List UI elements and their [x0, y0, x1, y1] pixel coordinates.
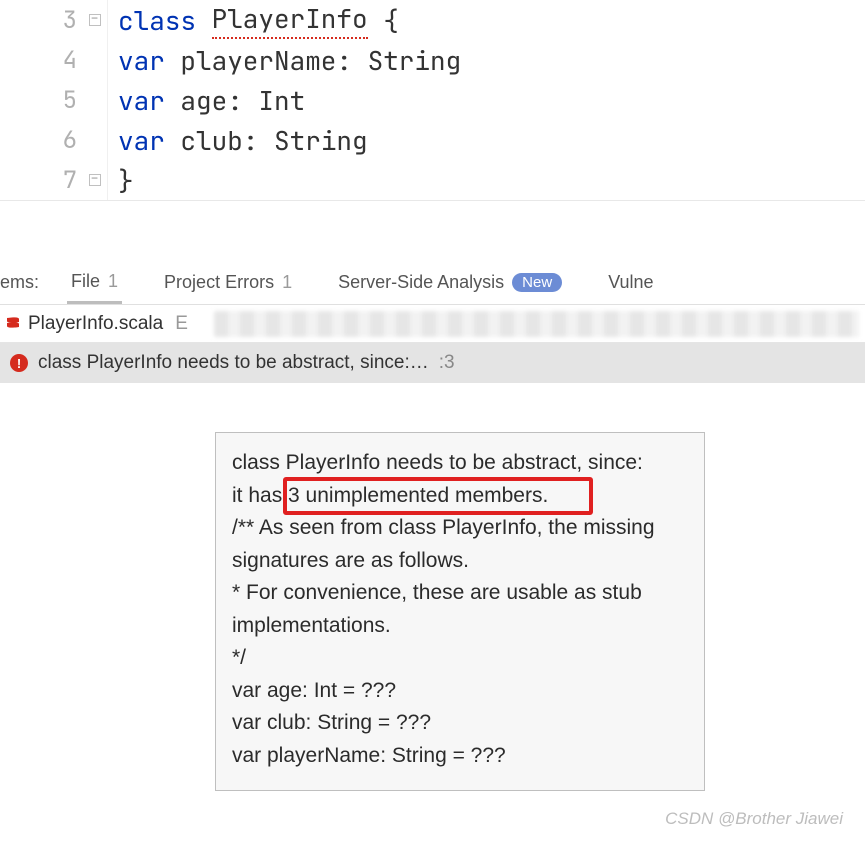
gutter-row: 7: [0, 160, 107, 200]
problems-tab[interactable]: Server-Side Analysis New: [334, 261, 566, 304]
tooltip-line: class PlayerInfo needs to be abstract, s…: [232, 447, 688, 480]
tooltip-line: var playerName: String = ???: [232, 740, 688, 773]
watermark-text: CSDN @Brother Jiawei: [665, 809, 843, 829]
error-message: class PlayerInfo needs to be abstract, s…: [38, 352, 429, 374]
code-line[interactable]: class PlayerInfo {: [118, 0, 865, 40]
class-name-error[interactable]: PlayerInfo: [212, 1, 368, 39]
code-area[interactable]: class PlayerInfo { var playerName: Strin…: [108, 0, 865, 200]
problems-prefix: ems:: [0, 272, 39, 293]
error-line-ref: :3: [439, 352, 455, 374]
code-line[interactable]: var age: Int: [118, 80, 865, 120]
tab-label: Vulne: [608, 272, 653, 293]
error-icon: !: [10, 354, 28, 372]
gutter-row: 5: [0, 80, 107, 120]
tab-count: 1: [282, 272, 292, 293]
scala-file-icon: [4, 315, 22, 333]
file-trail: E: [175, 313, 188, 335]
tab-count: 1: [108, 271, 118, 292]
gutter: 3 4 5 6 7: [0, 0, 108, 200]
problems-tab[interactable]: File 1: [67, 261, 122, 304]
file-row[interactable]: PlayerInfo.scala E: [0, 305, 865, 343]
gutter-row: 3: [0, 0, 107, 40]
tooltip-line: var age: Int = ???: [232, 675, 688, 708]
fold-marker-icon[interactable]: [89, 14, 101, 26]
file-name: PlayerInfo.scala: [28, 313, 163, 335]
code-line[interactable]: var playerName: String: [118, 40, 865, 80]
tooltip-line: */: [232, 642, 688, 675]
tooltip-line: * For convenience, these are usable as s…: [232, 577, 688, 642]
code-line[interactable]: var club: String: [118, 120, 865, 160]
tooltip-line: var club: String = ???: [232, 707, 688, 740]
blurred-path: [214, 311, 859, 337]
line-number: 6: [63, 125, 77, 156]
line-number: 5: [63, 85, 77, 116]
error-tooltip: class PlayerInfo needs to be abstract, s…: [215, 432, 705, 791]
fold-marker-icon[interactable]: [89, 174, 101, 186]
tab-label: File: [71, 271, 100, 292]
new-badge: New: [512, 273, 562, 292]
tab-label: Server-Side Analysis: [338, 272, 504, 293]
code-editor[interactable]: 3 4 5 6 7 class PlayerInfo { var playerName:…: [0, 0, 865, 201]
code-line[interactable]: }: [118, 160, 865, 200]
gutter-row: 6: [0, 120, 107, 160]
problems-tabs: ems: File 1 Project Errors 1 Server-Side Ana…: [0, 261, 865, 305]
tooltip-line: /** As seen from class PlayerInfo, the m…: [232, 512, 688, 577]
gutter-row: 4: [0, 40, 107, 80]
line-number: 7: [63, 165, 77, 196]
line-number: 4: [63, 45, 77, 76]
problems-tab[interactable]: Project Errors 1: [160, 261, 296, 304]
tooltip-line: it has 3 unimplemented members.: [232, 480, 688, 513]
editor-spacer: [0, 201, 865, 261]
tab-label: Project Errors: [164, 272, 274, 293]
problems-tab[interactable]: Vulne: [604, 261, 657, 304]
error-list-item[interactable]: ! class PlayerInfo needs to be abstract,…: [0, 343, 865, 383]
line-number: 3: [63, 5, 77, 36]
